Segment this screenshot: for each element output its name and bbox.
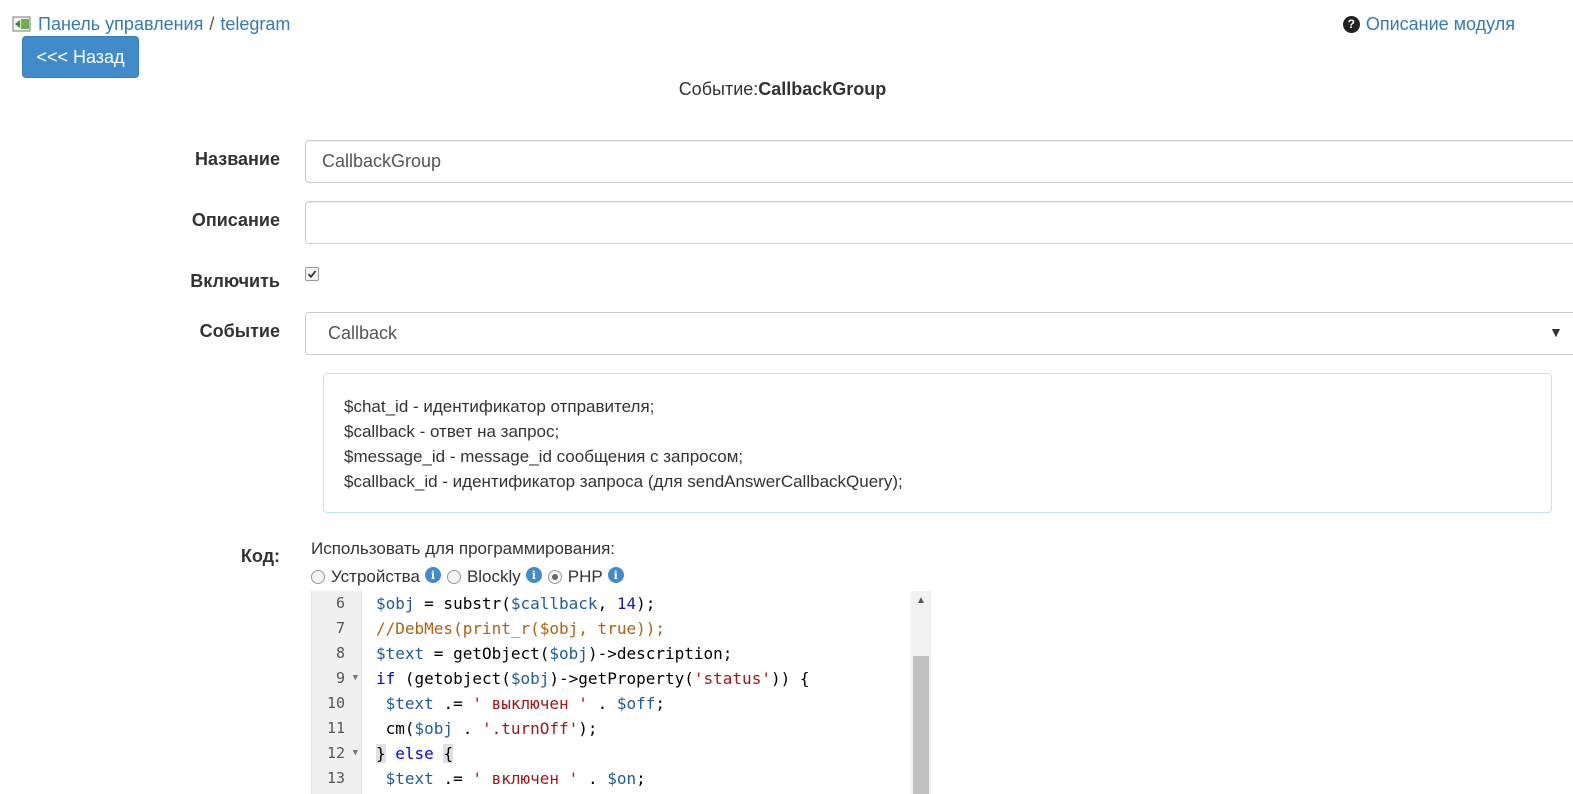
- radio-blockly[interactable]: [446, 570, 461, 584]
- line-number: 7: [335, 619, 345, 637]
- scrollbar-thumb[interactable]: [913, 656, 929, 794]
- code-line: $obj = substr($callback, 14);: [376, 594, 656, 613]
- radio-php-label[interactable]: PHP: [568, 567, 603, 587]
- help-line: $message_id - message_id сообщения с зап…: [344, 447, 744, 466]
- module-description: ? Описание модуля: [1342, 12, 1515, 36]
- breadcrumb-separator: /: [209, 13, 215, 34]
- name-input-value: CallbackGroup: [322, 151, 442, 171]
- name-input[interactable]: CallbackGroup: [305, 140, 1573, 183]
- enable-label: Включить: [190, 271, 280, 291]
- code-label: Код:: [240, 546, 280, 566]
- variables-help-box: $chat_id - идентификатор отправителя; $c…: [323, 373, 1552, 513]
- code-line: $text .= ' включен ' . $on;: [385, 769, 646, 788]
- radio-devices-label[interactable]: Устройства: [331, 567, 420, 587]
- checkmark-icon: [307, 270, 317, 279]
- editor-gutter: 6 7 8 9 ▼ 10 11 12 ▼ 13: [312, 591, 362, 794]
- code-line: //DebMes(print_r($obj, true));: [376, 619, 665, 638]
- dropdown-arrow-icon[interactable]: ▼: [1549, 324, 1563, 340]
- scroll-up-arrow-icon[interactable]: ▲: [911, 593, 931, 609]
- code-line: $text = getObject($obj)->description;: [376, 644, 733, 663]
- question-icon[interactable]: ?: [1342, 15, 1360, 33]
- help-line: $chat_id - идентификатор отправителя;: [344, 397, 655, 416]
- info-icon[interactable]: i: [525, 567, 542, 583]
- event-select-value: Callback: [328, 323, 398, 343]
- code-editor[interactable]: 6 7 8 9 ▼ 10 11 12 ▼ 13 $obj = substr($cal…: [311, 591, 931, 794]
- back-arrow-icon[interactable]: [12, 15, 32, 33]
- enable-checkbox[interactable]: [305, 267, 319, 281]
- title-prefix: Событие:: [678, 79, 759, 99]
- line-number: 12 ▼: [312, 741, 361, 766]
- name-label: Название: [195, 149, 280, 169]
- event-label: Событие: [199, 321, 280, 341]
- editor-code[interactable]: $obj = substr($callback, 14); //DebMes(p…: [376, 591, 911, 791]
- line-number: 8: [335, 644, 345, 662]
- fold-arrow-icon[interactable]: ▼: [353, 666, 358, 691]
- code-line: } else {: [376, 744, 454, 763]
- info-icon[interactable]: i: [424, 567, 441, 583]
- help-line: $callback_id - идентификатор запроса (дл…: [344, 472, 903, 491]
- description-label: Описание: [191, 210, 280, 230]
- code-line: cm($obj . '.turnOff');: [376, 719, 598, 738]
- radio-blockly-label[interactable]: Blockly: [467, 567, 521, 587]
- radio-php[interactable]: [547, 570, 562, 584]
- module-description-link[interactable]: Описание модуля: [1366, 14, 1515, 35]
- description-input[interactable]: [305, 201, 1573, 244]
- line-number: 6: [335, 594, 345, 612]
- back-button[interactable]: <<< Назад: [22, 36, 139, 78]
- breadcrumb: Панель управления / telegram: [12, 12, 290, 36]
- line-number: 13: [326, 769, 345, 787]
- code-line: $text .= ' выключен ' . $off;: [385, 694, 666, 713]
- code-line: if (getobject($obj)->getProperty('status…: [376, 669, 810, 688]
- radio-devices[interactable]: [311, 570, 325, 584]
- breadcrumb-control-panel-link[interactable]: Панель управления: [38, 14, 203, 35]
- use-for-programming-label: Использовать для программирования:: [311, 539, 616, 558]
- title-event-name: CallbackGroup: [758, 79, 887, 99]
- info-icon[interactable]: i: [607, 567, 624, 583]
- programming-mode-options: Устройства i Blockly i PHP i: [311, 565, 630, 589]
- page-title: Событие:CallbackGroup: [0, 79, 1565, 100]
- line-number: 10: [326, 694, 345, 712]
- breadcrumb-telegram-link[interactable]: telegram: [220, 14, 290, 35]
- line-number: 9 ▼: [312, 666, 361, 691]
- help-line: $callback - ответ на запрос;: [344, 422, 560, 441]
- editor-scrollbar[interactable]: ▲: [911, 591, 931, 794]
- fold-arrow-icon[interactable]: ▼: [353, 741, 358, 766]
- line-number: 11: [326, 719, 345, 737]
- event-select[interactable]: Callback: [305, 312, 1573, 355]
